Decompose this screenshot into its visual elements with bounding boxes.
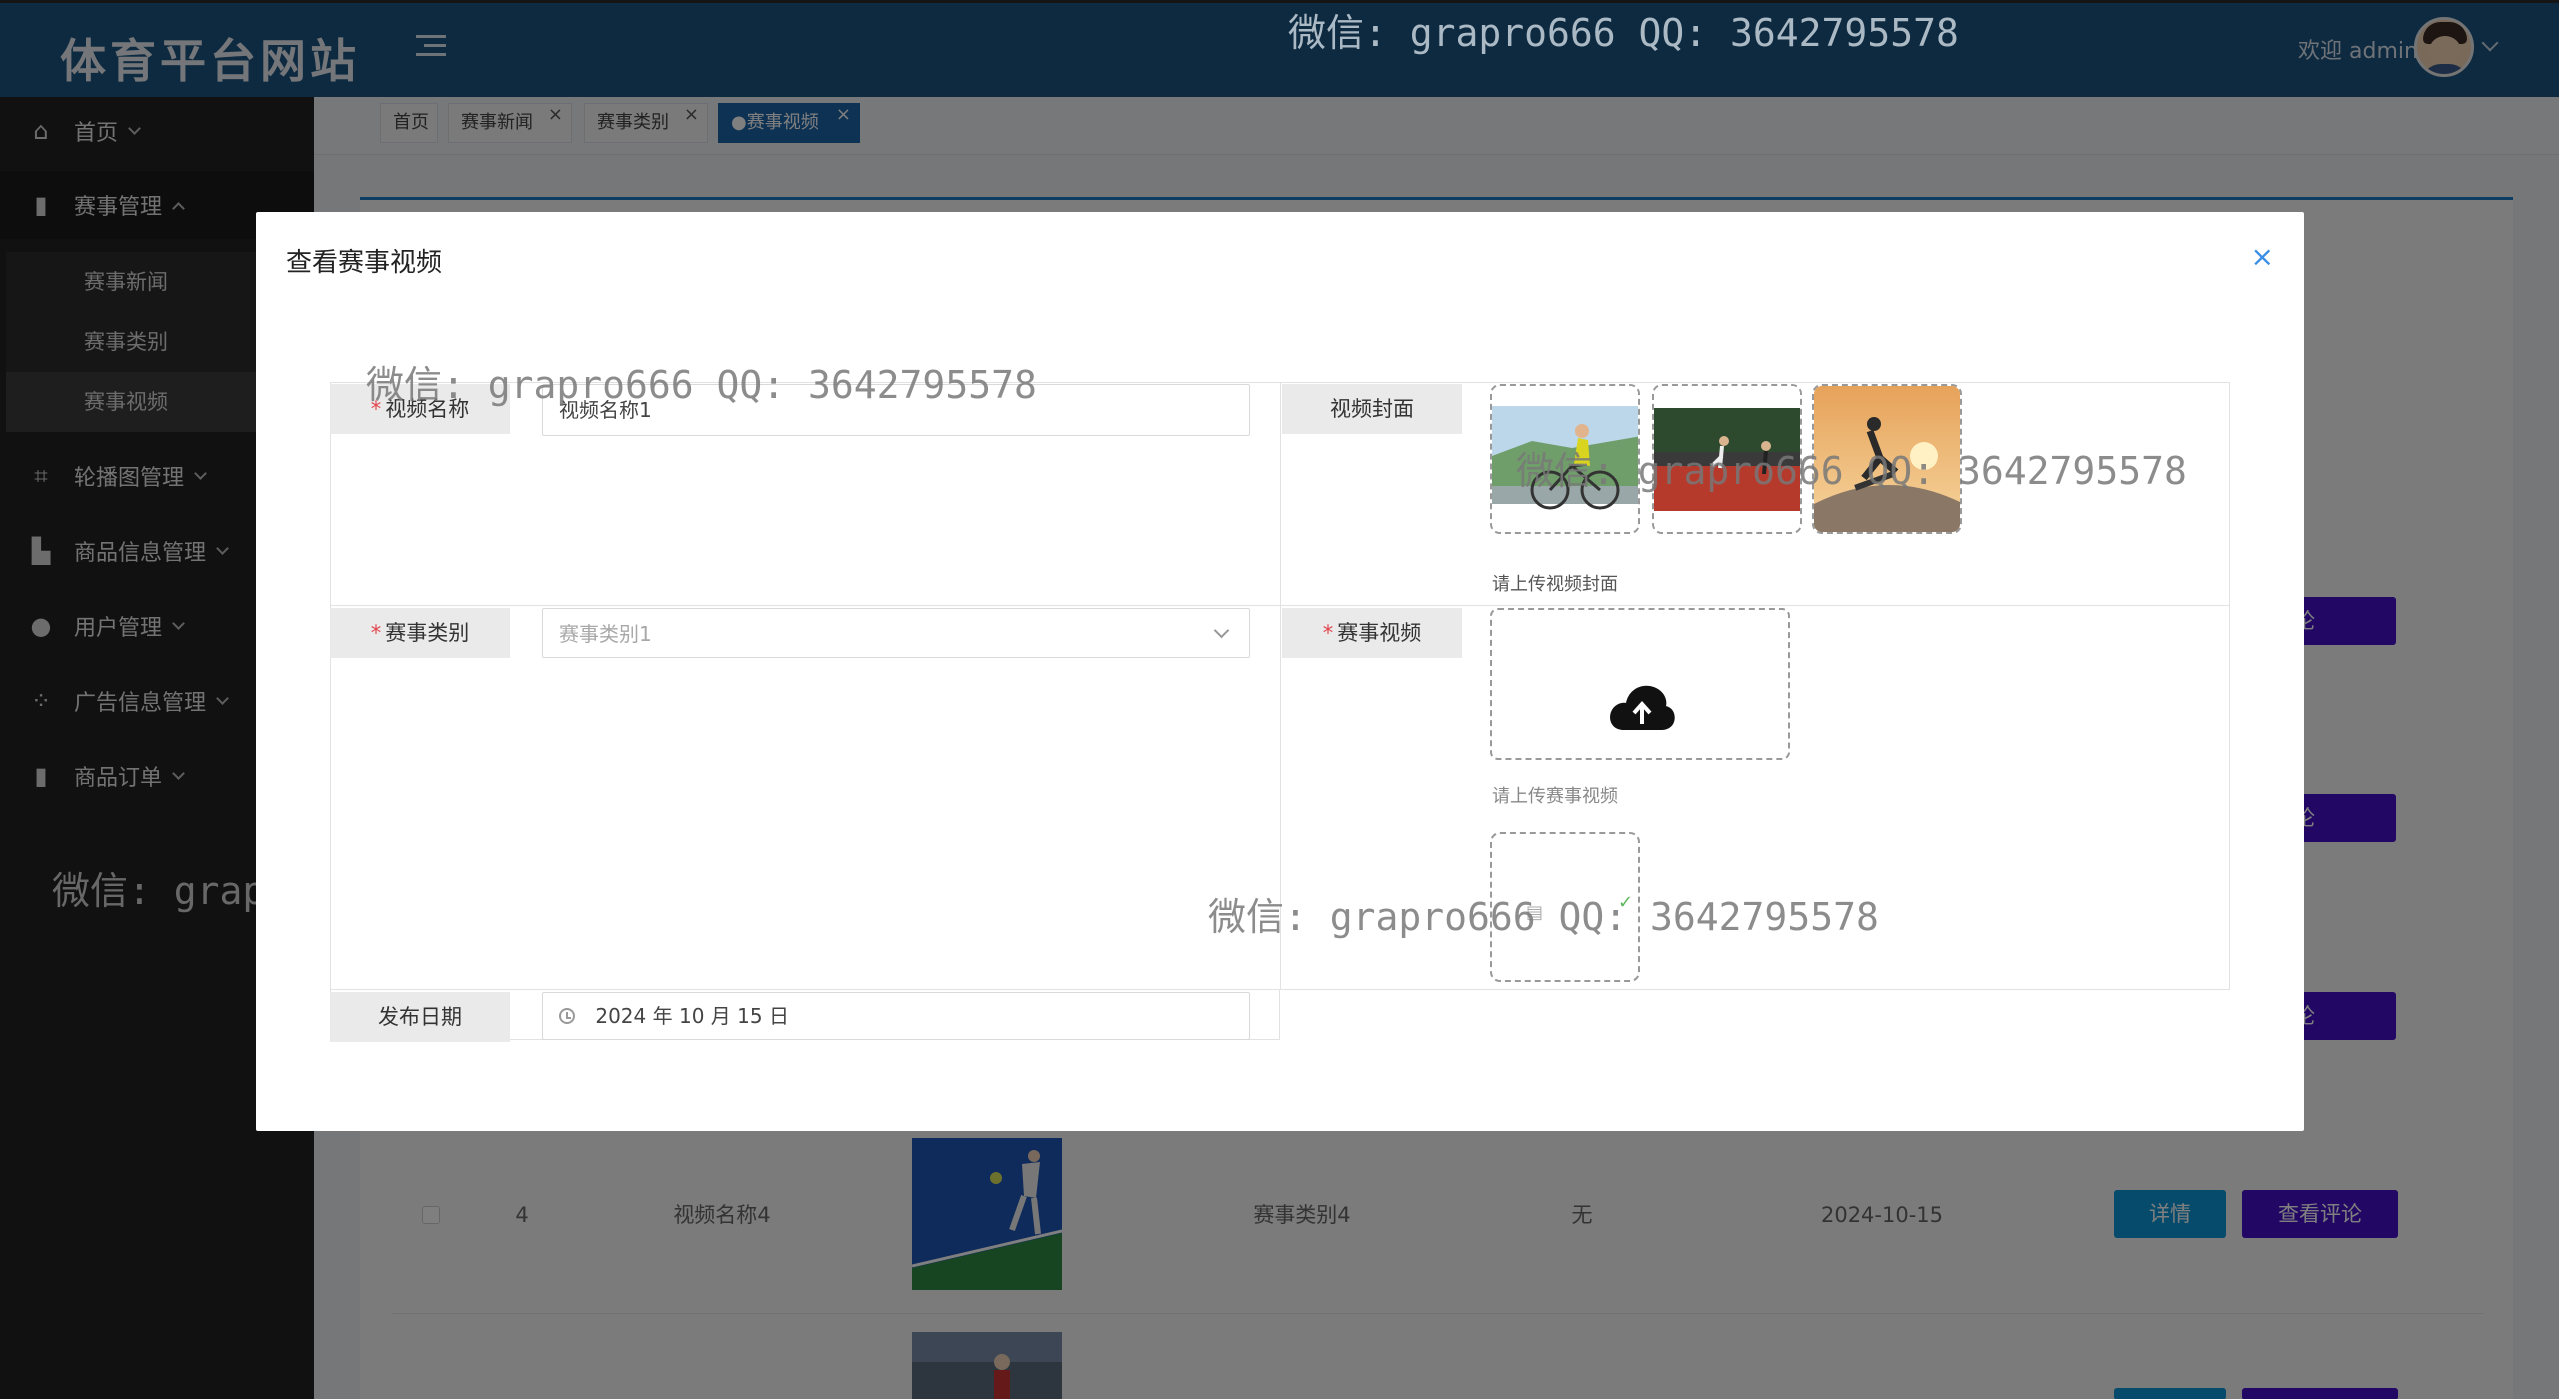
close-icon[interactable]: × [2251, 240, 2274, 273]
category-select[interactable]: 赛事类别1 [542, 608, 1250, 658]
cloud-upload-icon [1610, 685, 1675, 730]
watermark-text: 微信: grapro666 QQ: 3642795578 [1208, 895, 1879, 939]
form-cell [330, 606, 1280, 990]
category-label: * 赛事类别 [330, 608, 510, 658]
publish-date-input[interactable]: 2024 年 10 月 15 日 [542, 992, 1250, 1040]
clock-icon [559, 1008, 575, 1024]
watermark-text: 微信: grapro666 QQ: 3642795578 [366, 363, 1037, 407]
watermark-text: 微信: grapro666 QQ: 3642795578 [1288, 11, 1959, 55]
cover-label: 视频封面 [1282, 384, 1462, 434]
video-label: * 赛事视频 [1282, 608, 1462, 658]
video-upload-area[interactable] [1490, 608, 1790, 760]
dialog-title: 查看赛事视频 [286, 248, 443, 278]
video-hint: 请上传赛事视频 [1492, 786, 1618, 807]
watermark-text: 微信: grapro666 QQ: 3642795578 [1516, 449, 2187, 493]
view-video-dialog: 查看赛事视频 × * 视频名称 视频名称1 视频封面 请上传视频封面 * 赛事类… [256, 212, 2304, 1131]
publish-date-value: 2024 年 10 月 15 日 [595, 1004, 789, 1028]
cover-hint: 请上传视频封面 [1492, 574, 1618, 595]
category-select-value: 赛事类别1 [559, 622, 652, 646]
date-label: 发布日期 [330, 992, 510, 1042]
chevron-down-icon [1213, 622, 1230, 639]
